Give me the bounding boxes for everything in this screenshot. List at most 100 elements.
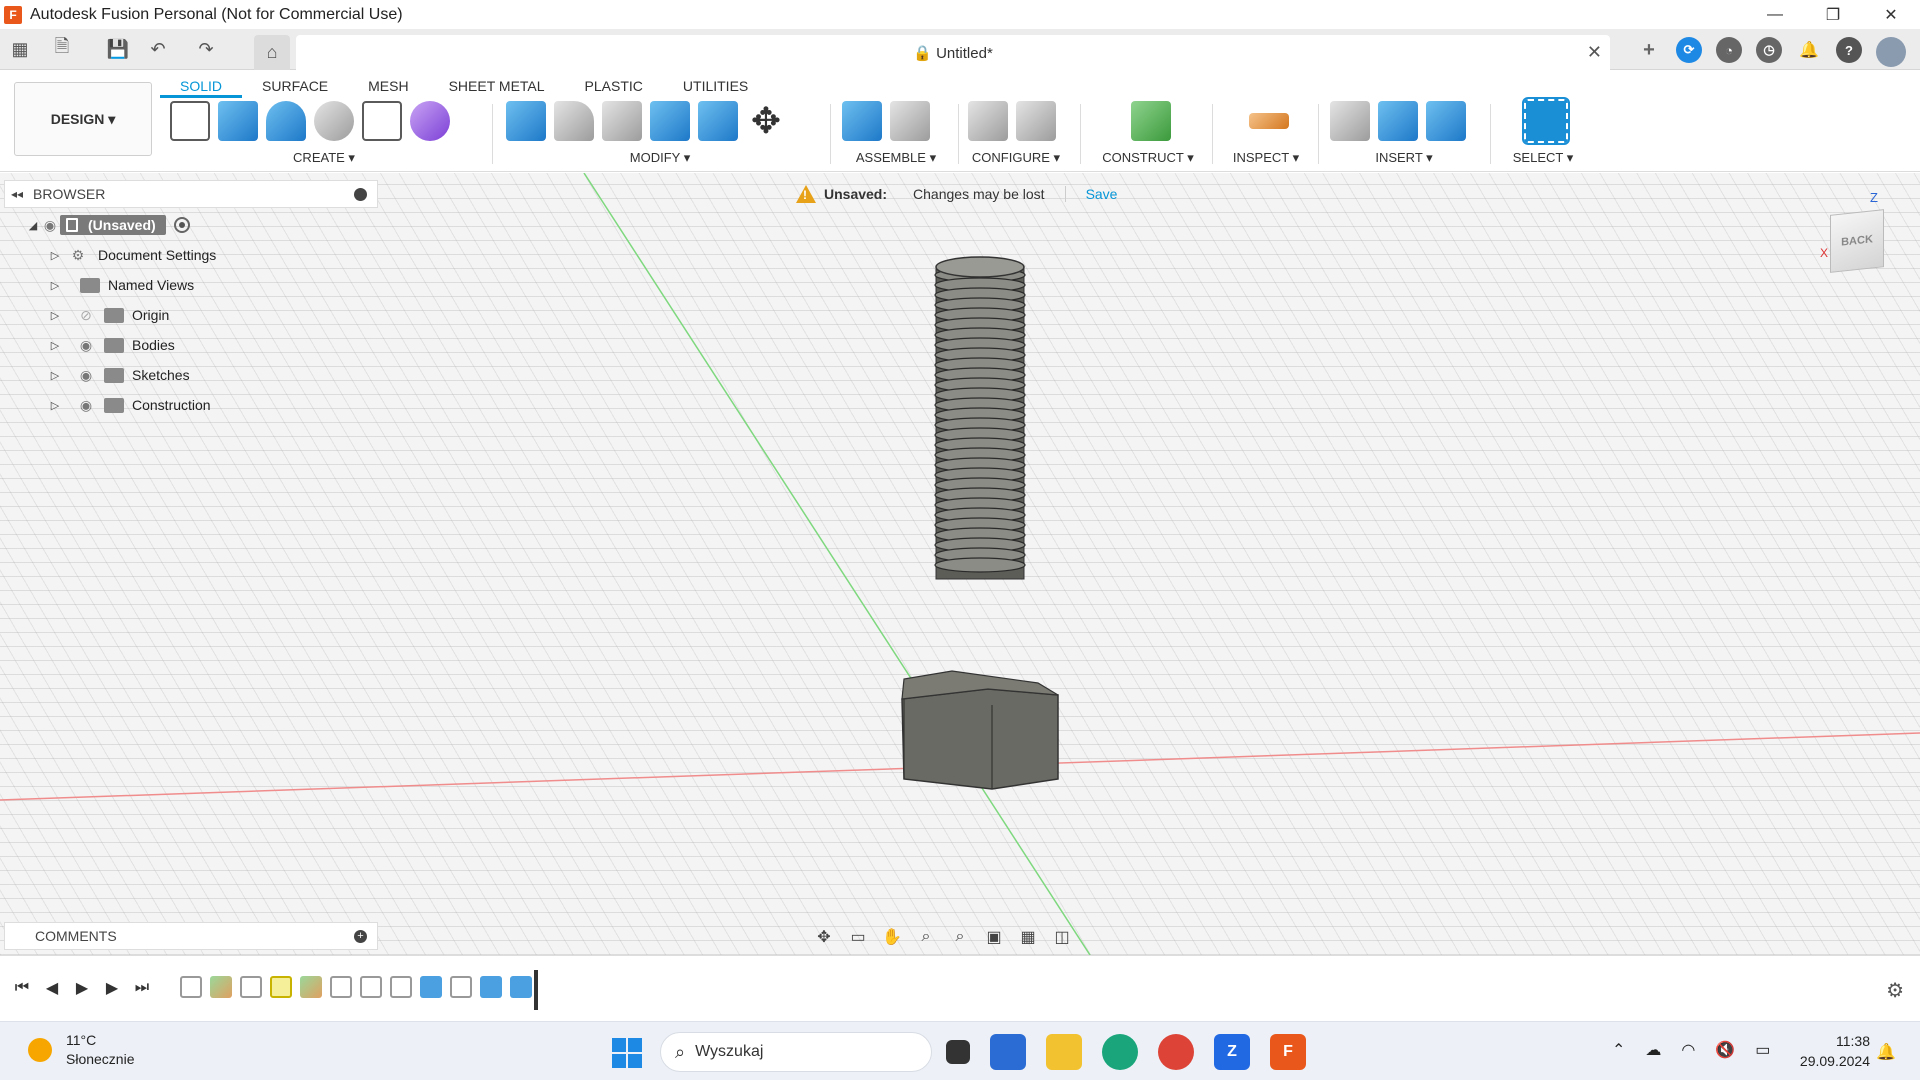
redo-icon[interactable]: ↷ (194, 38, 218, 60)
timeline-plane-icon[interactable] (210, 976, 232, 998)
document-tab[interactable]: 🔒 Untitled* ✕ (296, 35, 1610, 70)
zoom-app-icon[interactable]: Z (1214, 1034, 1250, 1070)
view-cube[interactable]: Z X BACK (1820, 190, 1890, 280)
collapse-panel-icon[interactable]: ◂◂ (11, 187, 23, 201)
create-sketch-icon[interactable] (170, 101, 210, 141)
wifi-icon[interactable]: ◠ (1681, 1040, 1695, 1060)
help-icon[interactable]: ? (1836, 37, 1862, 63)
file-menu-icon[interactable]: 🗎 (50, 36, 74, 60)
new-tab-icon[interactable]: + (1636, 37, 1662, 63)
clock[interactable]: 11:38 29.09.2024 (1790, 1031, 1870, 1071)
tree-root[interactable]: ◢ ◉ (Unsaved) (4, 210, 378, 240)
step-back-icon[interactable]: ◀ (42, 978, 62, 998)
tree-item-construction[interactable]: ▷ ◉ Construction (4, 390, 378, 420)
tree-item-document-settings[interactable]: ▷ ⚙ Document Settings (4, 240, 378, 270)
modify-menu[interactable]: MODIFY ▾ (500, 150, 820, 166)
chamfer-icon[interactable] (602, 101, 642, 141)
go-to-end-icon[interactable]: ⏭ (132, 978, 152, 998)
timeline-sketch-icon[interactable] (240, 976, 262, 998)
expand-icon[interactable]: ▷ (48, 279, 62, 292)
timeline-sketch-icon[interactable] (360, 976, 382, 998)
onedrive-icon[interactable]: ☁ (1645, 1040, 1661, 1060)
close-tab-icon[interactable]: ✕ (1587, 42, 1602, 63)
insert-mcmaster-icon[interactable] (1378, 101, 1418, 141)
expand-root-icon[interactable]: ◢ (26, 219, 40, 232)
avatar[interactable] (1876, 37, 1906, 67)
timeline-sketch-selected-icon[interactable] (270, 976, 292, 998)
expand-icon[interactable]: ▷ (48, 339, 62, 352)
timeline-plane-icon[interactable] (300, 976, 322, 998)
expand-icon[interactable]: ▷ (48, 369, 62, 382)
workspace-switcher[interactable]: DESIGN ▾ (14, 82, 152, 156)
visibility-eye-icon[interactable]: ◉ (76, 367, 96, 384)
combine-icon[interactable] (698, 101, 738, 141)
save-icon[interactable]: 💾 (106, 38, 130, 60)
tab-solid[interactable]: SOLID (160, 74, 243, 98)
timeline-sketch-icon[interactable] (180, 976, 202, 998)
create-menu[interactable]: CREATE ▾ (164, 150, 484, 166)
tab-plastic[interactable]: PLASTIC (565, 74, 663, 98)
comments-panel[interactable]: COMMENTS + (4, 922, 378, 950)
show-hidden-icons-icon[interactable]: ⌃ (1612, 1040, 1625, 1060)
fit-zoom-icon[interactable]: ⌕ (948, 926, 972, 948)
timeline-thread-icon[interactable] (510, 976, 532, 998)
tab-mesh[interactable]: MESH (348, 74, 428, 98)
add-comment-icon[interactable]: + (354, 930, 367, 943)
timeline-sketch-icon[interactable] (390, 976, 412, 998)
configure-menu[interactable]: CONFIGURE ▾ (962, 150, 1070, 166)
assemble-menu[interactable]: ASSEMBLE ▾ (836, 150, 956, 166)
tree-item-origin[interactable]: ▷ ⊘ Origin (4, 300, 378, 330)
timeline-settings-gear-icon[interactable]: ⚙ (1886, 978, 1904, 1003)
zoom-icon[interactable]: ⌕ (914, 926, 938, 948)
configuration-table-icon[interactable] (1016, 101, 1056, 141)
file-explorer-icon[interactable] (1046, 1034, 1082, 1070)
tree-item-bodies[interactable]: ▷ ◉ Bodies (4, 330, 378, 360)
data-panel-icon[interactable]: ⟳ (1676, 37, 1702, 63)
visibility-eye-icon[interactable]: ◉ (40, 217, 60, 234)
joint-icon[interactable] (890, 101, 930, 141)
close-button[interactable]: ✕ (1862, 0, 1920, 29)
tree-item-sketches[interactable]: ▷ ◉ Sketches (4, 360, 378, 390)
expand-icon[interactable]: ▷ (48, 399, 62, 412)
timeline-extrude-icon[interactable] (480, 976, 502, 998)
maximize-button[interactable]: ❐ (1804, 0, 1862, 29)
pattern-icon[interactable] (362, 101, 402, 141)
tab-sheet-metal[interactable]: SHEET METAL (429, 74, 565, 98)
look-at-icon[interactable]: ▭ (846, 926, 870, 948)
chrome-icon[interactable] (1158, 1034, 1194, 1070)
insert-derive-icon[interactable] (1330, 101, 1370, 141)
save-link[interactable]: Save (1086, 186, 1118, 202)
play-icon[interactable]: ▶ (72, 978, 92, 998)
edge-icon[interactable] (1102, 1034, 1138, 1070)
store-icon[interactable] (990, 1034, 1026, 1070)
expand-icon[interactable]: ▷ (48, 309, 62, 322)
timeline-sketch-icon[interactable] (330, 976, 352, 998)
select-menu[interactable]: SELECT ▾ (1498, 150, 1588, 166)
tree-item-named-views[interactable]: ▷ Named Views (4, 270, 378, 300)
measure-icon[interactable] (1249, 113, 1289, 129)
weather-widget[interactable]: 11°C Słonecznie (28, 1031, 135, 1069)
configure-icon[interactable] (968, 101, 1008, 141)
inspect-menu[interactable]: INSPECT ▾ (1218, 150, 1314, 166)
browser-header[interactable]: ◂◂ BROWSER (4, 180, 378, 208)
step-forward-icon[interactable]: ▶ (102, 978, 122, 998)
insert-canvas-icon[interactable] (1426, 101, 1466, 141)
go-to-start-icon[interactable]: ⏮ (12, 978, 32, 998)
timeline-marker[interactable] (534, 970, 538, 1010)
construct-menu[interactable]: CONSTRUCT ▾ (1090, 150, 1206, 166)
pan-icon[interactable]: ✋ (880, 926, 904, 948)
hole-icon[interactable] (314, 101, 354, 141)
minimize-button[interactable]: — (1746, 0, 1804, 29)
expand-icon[interactable]: ▷ (48, 249, 62, 262)
select-icon[interactable] (1522, 97, 1570, 145)
timeline-extrude-icon[interactable] (420, 976, 442, 998)
move-icon[interactable]: ✥ (746, 101, 786, 141)
form-icon[interactable] (410, 101, 450, 141)
visibility-eye-icon[interactable]: ◉ (76, 397, 96, 414)
offset-plane-icon[interactable] (1131, 101, 1171, 141)
hidden-eye-icon[interactable]: ⊘ (76, 307, 96, 324)
tab-utilities[interactable]: UTILITIES (663, 74, 768, 98)
tab-surface[interactable]: SURFACE (242, 74, 348, 98)
activate-component-radio[interactable] (173, 217, 190, 233)
apps-grid-icon[interactable]: ▦ (8, 38, 32, 60)
